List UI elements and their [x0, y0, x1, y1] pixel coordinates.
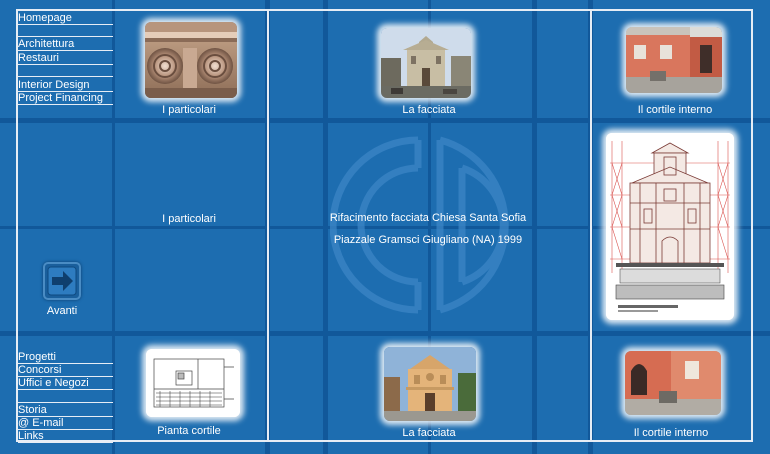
caption-facciata-bottom: La facciata — [402, 427, 456, 439]
facade-elevation-drawing-image — [606, 133, 734, 320]
menu-item-homepage[interactable]: Homepage — [18, 12, 113, 25]
menu-item-project-financing[interactable]: Project Financing — [18, 92, 113, 105]
thumbnail-cortile[interactable] — [626, 27, 722, 93]
menu-separator — [18, 36, 113, 37]
caption-cortile-bottom: Il cortile interno — [633, 427, 709, 439]
thumbnail-facade-drawing[interactable] — [606, 133, 734, 320]
menu-item-progetti[interactable]: Progetti — [18, 351, 113, 364]
next-button[interactable] — [43, 262, 81, 300]
bg-grid-line — [323, 0, 328, 454]
caption-pianta-cortile: Pianta cortile — [157, 425, 221, 437]
arrow-right-icon — [47, 266, 77, 296]
church-facade-photo-image — [381, 28, 471, 98]
caption-facciata-top: La facciata — [402, 104, 456, 116]
menu-item-uffici-negozi[interactable]: Uffici e Negozi — [18, 377, 113, 390]
courtyard-plan-drawing-image — [146, 349, 240, 417]
thumbnail-facciata-bottom[interactable] — [384, 347, 476, 421]
menu-item-restauri[interactable]: Restauri — [18, 52, 113, 65]
next-button-label[interactable]: Avanti — [32, 305, 92, 317]
frame-line — [267, 9, 269, 442]
bg-grid-line — [0, 118, 770, 123]
courtyard-photo-image — [626, 27, 722, 93]
thumbnail-facciata[interactable] — [381, 28, 471, 98]
menu-item-architettura[interactable]: Architettura — [18, 38, 113, 51]
frame-line — [16, 9, 753, 11]
menu-item-storia[interactable]: Storia — [18, 404, 113, 417]
frame-line — [590, 9, 592, 442]
project-location: Piazzale Gramsci Giugliano (NA) 1999 — [333, 234, 523, 246]
thumbnail-particolari[interactable] — [145, 22, 237, 98]
caption-particolari: I particolari — [162, 104, 216, 116]
frame-line — [16, 440, 753, 442]
menu-item-concorsi[interactable]: Concorsi — [18, 364, 113, 377]
bg-grid-line — [0, 331, 770, 336]
menu-separator — [18, 76, 113, 77]
menu-item-interior-design[interactable]: Interior Design — [18, 79, 113, 92]
studio-logo-watermark — [330, 136, 509, 314]
courtyard-photo-image — [625, 351, 721, 415]
thumbnail-cortile-bottom[interactable] — [625, 351, 721, 415]
caption-particolari-mid: I particolari — [162, 213, 216, 225]
menu-separator — [18, 402, 113, 403]
menu-item-email[interactable]: @ E-mail — [18, 417, 113, 430]
capital-photo-image — [145, 22, 237, 98]
thumbnail-pianta-cortile[interactable] — [146, 349, 240, 417]
church-facade-photo-image — [384, 347, 476, 421]
project-title: Rifacimento facciata Chiesa Santa Sofia — [329, 212, 527, 224]
menu-item-links[interactable]: Links — [18, 430, 113, 443]
caption-cortile-top: Il cortile interno — [637, 104, 713, 116]
frame-line — [751, 9, 753, 442]
